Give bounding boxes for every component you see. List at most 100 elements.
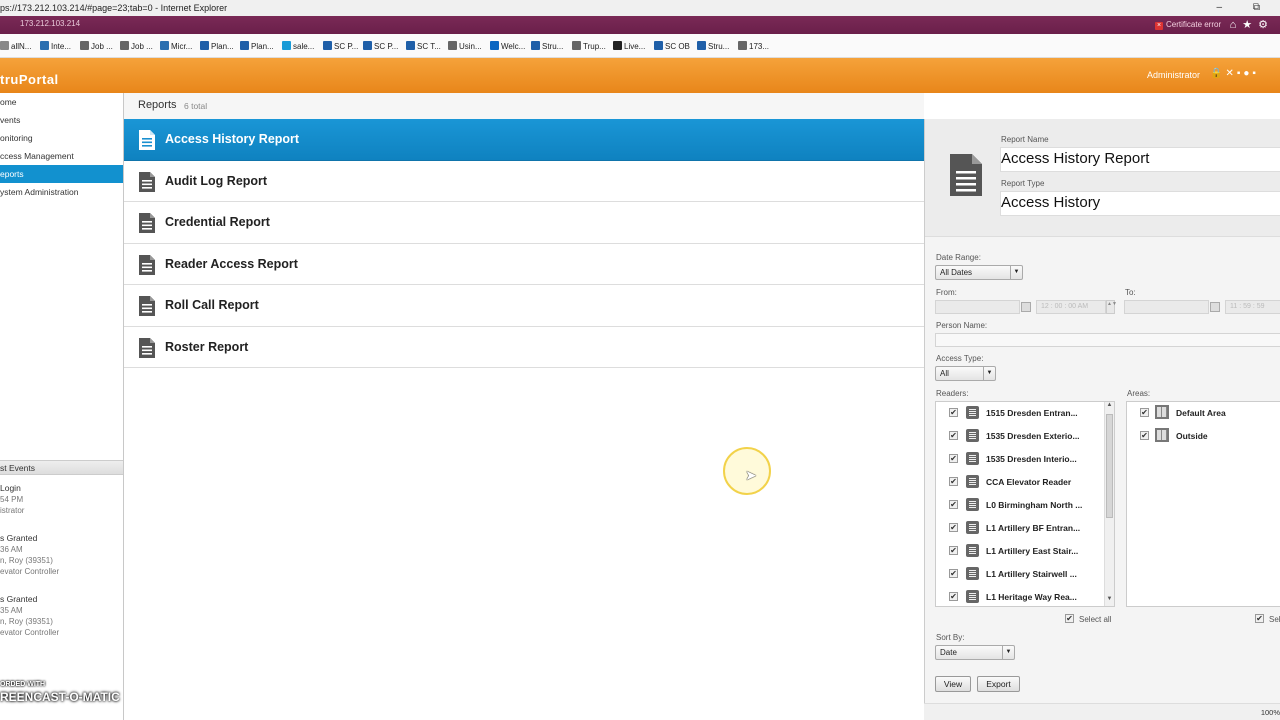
list-item[interactable]: ✔ Default Area xyxy=(1127,402,1280,425)
favorite-link[interactable]: Job ... xyxy=(120,41,153,51)
reader-checkbox[interactable]: ✔ xyxy=(949,592,958,601)
event-person: istrator xyxy=(0,506,25,515)
event-title: s Granted xyxy=(0,594,38,604)
reader-checkbox[interactable]: ✔ xyxy=(949,569,958,578)
from-time-spinner[interactable]: ▲▼ xyxy=(1106,300,1117,314)
favorite-link[interactable]: SC OB xyxy=(654,41,690,51)
favorite-link[interactable]: Plan... xyxy=(200,41,234,51)
reader-label: L1 Artillery BF Entran... xyxy=(986,523,1081,533)
reader-checkbox[interactable]: ✔ xyxy=(949,408,958,417)
calendar-icon[interactable] xyxy=(1021,302,1031,312)
to-time-input[interactable]: 11 : 59 : 59 xyxy=(1225,300,1280,314)
browser-toolbar-icons[interactable]: ⌂★⚙ xyxy=(1230,18,1274,31)
reader-checkbox[interactable]: ✔ xyxy=(949,523,958,532)
favorite-label: Inte... xyxy=(51,42,72,51)
favorite-link[interactable]: Job ... xyxy=(80,41,113,51)
report-item-access-history[interactable]: Access History Report xyxy=(124,119,924,161)
favorite-link[interactable]: Usin... xyxy=(448,41,482,51)
reader-checkbox[interactable]: ✔ xyxy=(949,477,958,486)
nav-monitoring[interactable]: onitoring xyxy=(0,129,123,147)
list-item[interactable]: ✔ L1 Artillery East Stair... xyxy=(936,540,1104,563)
reports-title: Reports xyxy=(138,99,177,111)
list-item[interactable]: ✔ Outside xyxy=(1127,425,1280,448)
nav-home[interactable]: ome xyxy=(0,93,123,111)
event-item[interactable]: s Granted 35 AM n, Roy (39351) evator Co… xyxy=(0,594,123,638)
list-item[interactable]: ✔ L1 Heritage Way Rea... xyxy=(936,586,1104,609)
sort-by-select[interactable]: Date ▼ xyxy=(935,645,1015,660)
favorite-link[interactable]: 173... xyxy=(738,41,769,51)
select-all-areas-checkbox[interactable]: ✔ xyxy=(1255,614,1264,623)
favorite-link[interactable]: Welc... xyxy=(490,41,525,51)
scroll-thumb[interactable] xyxy=(1106,414,1113,518)
from-time-input[interactable]: 12 : 00 : 00 AM xyxy=(1036,300,1106,314)
favorite-link[interactable]: Stru... xyxy=(697,41,729,51)
list-item[interactable]: ✔ 1535 Dresden Exterio... xyxy=(936,425,1104,448)
area-checkbox[interactable]: ✔ xyxy=(1140,431,1149,440)
latest-events-header[interactable]: st Events xyxy=(0,460,123,475)
date-range-select[interactable]: All Dates ▼ xyxy=(935,265,1023,280)
report-item-reader-access[interactable]: Reader Access Report xyxy=(124,243,924,285)
reader-checkbox[interactable]: ✔ xyxy=(949,546,958,555)
scroll-up-icon[interactable]: ▲ xyxy=(1105,402,1114,412)
scroll-down-icon[interactable]: ▼ xyxy=(1105,596,1114,606)
favorite-link[interactable]: SC P... xyxy=(363,41,398,51)
reader-checkbox[interactable]: ✔ xyxy=(949,454,958,463)
list-item[interactable]: ✔ L0 Birmingham North ... xyxy=(936,494,1104,517)
favorite-link[interactable]: Plan... xyxy=(240,41,274,51)
report-item-roll-call[interactable]: Roll Call Report xyxy=(124,285,924,327)
event-item[interactable]: Login 54 PM istrator xyxy=(0,483,123,516)
favorite-link[interactable]: Live... xyxy=(613,41,645,51)
access-type-select[interactable]: All ▼ xyxy=(935,366,996,381)
favorite-link[interactable]: Micr... xyxy=(160,41,192,51)
report-item-audit-log[interactable]: Audit Log Report xyxy=(124,160,924,202)
favorite-label: Job ... xyxy=(91,42,113,51)
reader-label: 1515 Dresden Entran... xyxy=(986,408,1078,418)
from-date-input[interactable] xyxy=(935,300,1020,314)
event-item[interactable]: s Granted 36 AM n, Roy (39351) evator Co… xyxy=(0,533,123,577)
view-button[interactable]: View xyxy=(935,676,971,692)
header-icons[interactable]: 🔒✕▪●▪ xyxy=(1210,68,1259,79)
favorite-icon xyxy=(200,41,209,50)
list-item[interactable]: ✔ L1 Artillery BF Entran... xyxy=(936,517,1104,540)
readers-scrollbar[interactable]: ▲ ▼ xyxy=(1104,402,1114,606)
nav-events[interactable]: vents xyxy=(0,111,123,129)
certificate-error[interactable]: × Certificate error xyxy=(1155,20,1221,30)
zoom-level[interactable]: 100% xyxy=(1261,708,1280,717)
area-label: Outside xyxy=(1176,431,1208,441)
report-label: Roll Call Report xyxy=(165,298,259,312)
nav-reports[interactable]: eports xyxy=(0,165,123,183)
card-reader-icon xyxy=(966,567,979,580)
to-date-input[interactable] xyxy=(1124,300,1209,314)
areas-label: Areas: xyxy=(1127,389,1151,398)
nav-access-management[interactable]: ccess Management xyxy=(0,147,123,165)
calendar-icon[interactable] xyxy=(1210,302,1220,312)
list-item[interactable]: ✔ CCA Elevator Reader xyxy=(936,471,1104,494)
reader-checkbox[interactable]: ✔ xyxy=(949,500,958,509)
report-item-roster[interactable]: Roster Report xyxy=(124,326,924,368)
favorite-link[interactable]: SC P... xyxy=(323,41,358,51)
area-checkbox[interactable]: ✔ xyxy=(1140,408,1149,417)
list-item[interactable]: ✔ 1515 Dresden Entran... xyxy=(936,402,1104,425)
favorite-link[interactable]: SC T... xyxy=(406,41,441,51)
current-user[interactable]: Administrator xyxy=(1147,70,1200,80)
favorite-link[interactable]: allN... xyxy=(0,41,31,51)
event-device: evator Controller xyxy=(0,628,60,637)
nav-system-administration[interactable]: ystem Administration xyxy=(0,183,123,201)
report-name-field[interactable]: Access History Report xyxy=(1000,147,1280,172)
list-item[interactable]: ✔ 1535 Dresden Interio... xyxy=(936,448,1104,471)
window-controls[interactable]: – ⧉ xyxy=(1217,0,1274,16)
reader-checkbox[interactable]: ✔ xyxy=(949,431,958,440)
select-all-readers-checkbox[interactable]: ✔ xyxy=(1065,614,1074,623)
favorite-link[interactable]: Stru... xyxy=(531,41,563,51)
report-item-credential[interactable]: Credential Report xyxy=(124,202,924,244)
person-name-input[interactable] xyxy=(935,333,1280,347)
area-label: Default Area xyxy=(1176,408,1226,418)
favorite-link[interactable]: Inte... xyxy=(40,41,71,51)
favorite-label: Plan... xyxy=(211,42,234,51)
card-reader-icon xyxy=(966,475,979,488)
url-field[interactable]: 173.212.103.214 xyxy=(20,19,80,28)
export-button[interactable]: Export xyxy=(977,676,1020,692)
favorite-link[interactable]: Trup... xyxy=(572,41,606,51)
list-item[interactable]: ✔ L1 Artillery Stairwell ... xyxy=(936,563,1104,586)
favorite-link[interactable]: sale... xyxy=(282,41,314,51)
